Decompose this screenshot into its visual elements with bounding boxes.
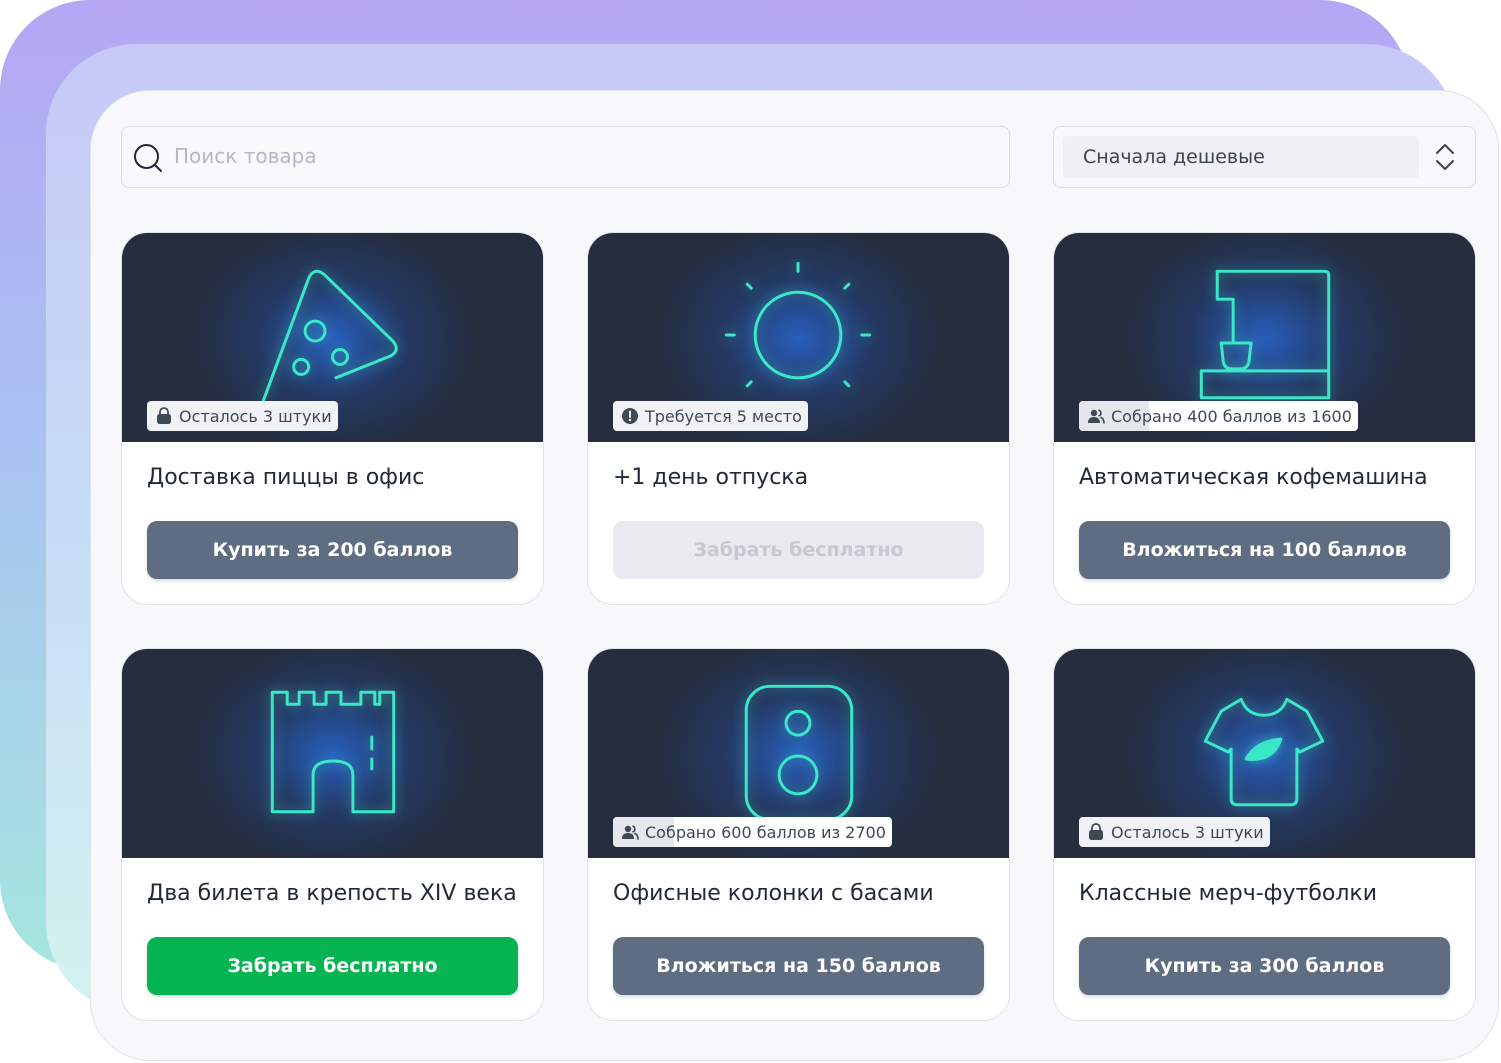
users-icon: [1088, 409, 1105, 424]
funding-progress-badge: Собрано 600 баллов из 2700: [613, 817, 892, 847]
requirement-badge: Требуется 5 место: [613, 401, 808, 431]
sort-selected-value: Сначала дешевые: [1083, 146, 1265, 168]
search-input[interactable]: [174, 127, 974, 185]
product-title: +1 день отпуска: [613, 465, 809, 490]
badge-text: Осталось 3 штуки: [179, 406, 332, 426]
product-card-coffee-machine: Собрано 400 баллов из 1600 Автоматическа…: [1053, 232, 1476, 605]
sort-select[interactable]: Сначала дешевые: [1053, 126, 1476, 188]
product-image: [122, 649, 543, 858]
product-image: Собрано 600 баллов из 2700: [588, 649, 1009, 858]
search-box[interactable]: [121, 126, 1010, 188]
users-icon: [622, 825, 639, 840]
bag-icon: [1089, 823, 1103, 840]
badge-text: Собрано 600 баллов из 2700: [645, 822, 886, 842]
product-image: Осталось 3 штуки: [122, 233, 543, 442]
bag-icon: [157, 407, 171, 424]
sort-value-box: Сначала дешевые: [1063, 136, 1419, 178]
funding-progress-badge: Собрано 400 баллов из 1600: [1079, 401, 1358, 431]
product-title: Доставка пиццы в офис: [147, 465, 425, 490]
badge-text: Собрано 400 баллов из 1600: [1111, 406, 1352, 426]
invest-button[interactable]: Вложиться на 100 баллов: [1079, 521, 1450, 579]
product-title: Два билета в крепость XIV века: [147, 881, 517, 906]
badge-text: Осталось 3 штуки: [1111, 822, 1264, 842]
buy-button[interactable]: Купить за 300 баллов: [1079, 937, 1450, 995]
product-image: Осталось 3 штуки: [1054, 649, 1475, 858]
invest-button[interactable]: Вложиться на 150 баллов: [613, 937, 984, 995]
product-title: Офисные колонки с басами: [613, 881, 934, 906]
stock-badge: Осталось 3 штуки: [147, 401, 338, 431]
alert-icon: [622, 408, 638, 424]
sort-arrows-icon: [1436, 144, 1454, 170]
product-card-merch-tshirts: Осталось 3 штуки Классные мерч-футболки …: [1053, 648, 1476, 1021]
product-card-vacation-day: Требуется 5 место +1 день отпуска Забрат…: [587, 232, 1010, 605]
claim-free-button[interactable]: Забрать бесплатно: [147, 937, 518, 995]
claim-free-button[interactable]: Забрать бесплатно: [613, 521, 984, 579]
search-icon: [134, 144, 162, 172]
product-image: Собрано 400 баллов из 1600: [1054, 233, 1475, 442]
product-title: Классные мерч-футболки: [1079, 881, 1377, 906]
castle-icon: [270, 690, 396, 814]
product-card-speakers: Собрано 600 баллов из 2700 Офисные колон…: [587, 648, 1010, 1021]
product-card-castle-tickets: Два билета в крепость XIV века Забрать б…: [121, 648, 544, 1021]
product-title: Автоматическая кофемашина: [1079, 465, 1428, 490]
product-card-pizza: Осталось 3 штуки Доставка пиццы в офис К…: [121, 232, 544, 605]
product-image: Требуется 5 место: [588, 233, 1009, 442]
stock-badge: Осталось 3 штуки: [1079, 817, 1270, 847]
buy-button[interactable]: Купить за 200 баллов: [147, 521, 518, 579]
badge-text: Требуется 5 место: [645, 406, 802, 426]
